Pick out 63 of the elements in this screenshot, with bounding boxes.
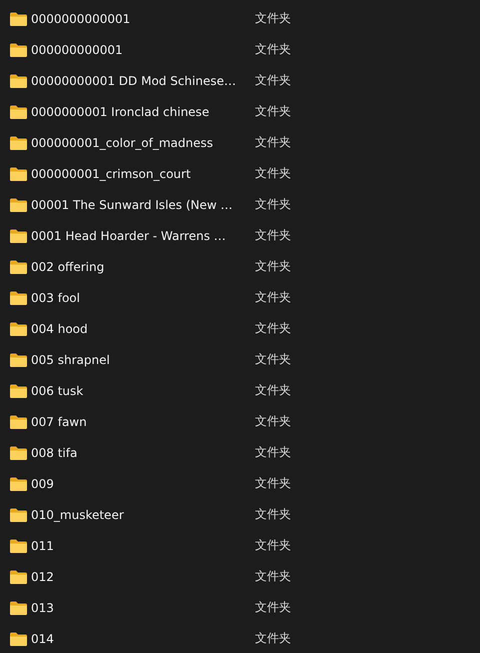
folder-icon [10,384,27,398]
file-name[interactable]: 010_musketeer [31,508,255,522]
file-name[interactable]: 005 shrapnel [31,352,255,366]
file-name[interactable]: 011 [31,538,255,552]
folder-icon [10,322,27,336]
folder-icon [10,446,27,460]
folder-icon [10,104,27,118]
folder-icon [10,198,27,212]
folder-icon [10,42,27,56]
file-type: 文件夹 [255,475,291,492]
folder-icon [10,476,27,490]
file-name[interactable]: 000000000001 [31,42,255,56]
folder-icon [10,414,27,428]
file-type: 文件夹 [255,134,291,151]
folder-icon [10,538,27,552]
file-name[interactable]: 012 [31,570,255,584]
file-type: 文件夹 [255,413,291,430]
file-name[interactable]: 009 [31,476,255,490]
folder-icon [10,260,27,274]
folder-icon [10,228,27,242]
file-name[interactable]: 00001 The Sunward Isles (New … [31,198,255,212]
folder-icon [10,166,27,180]
file-type: 文件夹 [255,537,291,554]
file-type: 文件夹 [255,599,291,616]
file-name[interactable]: 000000001_crimson_court [31,166,255,180]
file-name[interactable]: 006 tusk [31,384,255,398]
file-type: 文件夹 [255,258,291,275]
file-type: 文件夹 [255,289,291,306]
folder-icon [10,508,27,522]
file-name[interactable]: 014 [31,632,255,646]
file-type: 文件夹 [255,41,291,58]
file-name[interactable]: 0001 Head Hoarder - Warrens … [31,228,255,242]
folder-icon [10,632,27,646]
folder-icon [10,136,27,150]
file-name[interactable]: 002 offering [31,260,255,274]
file-type: 文件夹 [255,444,291,461]
file-type: 文件夹 [255,320,291,337]
file-type: 文件夹 [255,382,291,399]
file-type: 文件夹 [255,165,291,182]
file-name[interactable]: 008 tifa [31,446,255,460]
file-type: 文件夹 [255,10,291,27]
folder-icon [10,74,27,88]
file-name[interactable]: 003 fool [31,290,255,304]
file-name[interactable]: 000000001_color_of_madness [31,136,255,150]
file-type: 文件夹 [255,568,291,585]
file-type: 文件夹 [255,506,291,523]
folder-icon [10,12,27,26]
file-name[interactable]: 0000000001 Ironclad chinese [31,104,255,118]
file-type: 文件夹 [255,72,291,89]
file-type: 文件夹 [255,196,291,213]
file-type: 文件夹 [255,630,291,647]
folder-icon [10,570,27,584]
file-name[interactable]: 004 hood [31,322,255,336]
file-type: 文件夹 [255,103,291,120]
file-name[interactable]: 0000000000001 [31,12,255,26]
folder-icon [10,290,27,304]
file-name[interactable]: 007 fawn [31,414,255,428]
file-name[interactable]: 00000000001 DD Mod Schinese… [31,74,255,88]
file-type: 文件夹 [255,227,291,244]
file-name[interactable]: 013 [31,600,255,614]
folder-icon [10,352,27,366]
file-type: 文件夹 [255,351,291,368]
folder-icon [10,600,27,614]
